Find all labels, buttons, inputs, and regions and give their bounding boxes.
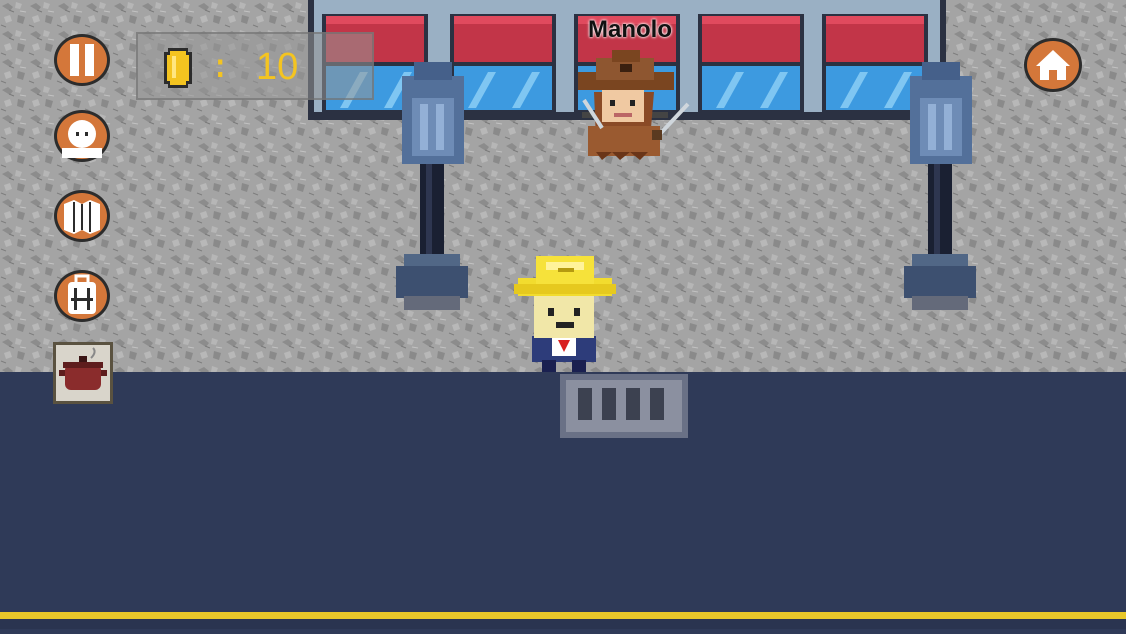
home-button[interactable] — [1022, 36, 1084, 94]
map-button[interactable] — [52, 188, 112, 244]
game-scene[interactable]: : 10 Manolo — [0, 0, 1126, 629]
home-icon — [1024, 38, 1082, 92]
coin-icon — [164, 48, 192, 88]
pause-icon — [54, 34, 110, 86]
inventory-button[interactable] — [52, 268, 112, 324]
character-button[interactable] — [52, 108, 112, 164]
coin-separator: : — [210, 46, 231, 86]
character-face-icon — [54, 110, 110, 162]
cooking-pot-icon — [53, 342, 113, 404]
drain-grate — [560, 374, 688, 438]
map-icon — [54, 190, 110, 242]
coin-counter: : 10 — [136, 32, 374, 100]
shop-window — [450, 14, 556, 112]
backpack-icon — [54, 270, 110, 322]
shop-window — [698, 14, 804, 112]
pause-button[interactable] — [52, 32, 112, 88]
coin-count: 10 — [256, 46, 299, 88]
npc-name-label: Manolo — [588, 16, 672, 43]
cooking-pot-slot[interactable] — [53, 342, 113, 404]
road-edge-line — [0, 612, 1126, 619]
